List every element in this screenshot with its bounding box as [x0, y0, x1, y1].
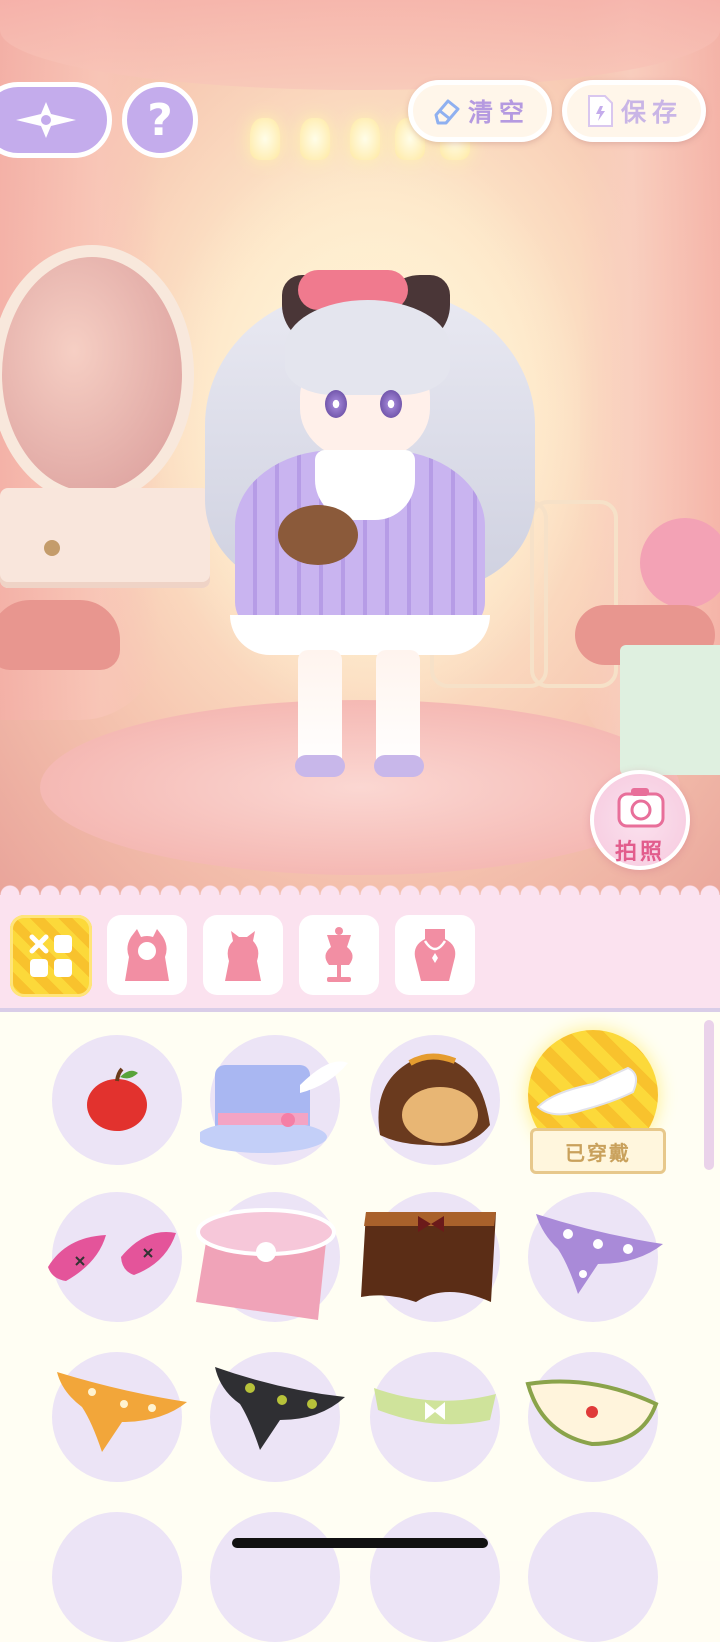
dress-ruffle: [230, 615, 490, 655]
green-check-headband-item-icon: [374, 1388, 496, 1425]
cream-strawberry-bib-item-icon: [525, 1379, 659, 1447]
back-button[interactable]: [0, 82, 112, 158]
clear-label: 清空: [467, 98, 530, 127]
pink-pillow: [640, 518, 720, 608]
help-button[interactable]: ?: [122, 82, 198, 158]
black-dotted-bandana-item-icon: [215, 1367, 345, 1450]
orange-dotted-bandana-item-icon: [57, 1372, 187, 1452]
item-slot-black-dotted-bandana[interactable]: [210, 1352, 345, 1482]
eye-right: [380, 390, 402, 418]
bread-hat-item-icon: [378, 1053, 490, 1146]
grid-all-icon: [29, 934, 72, 977]
vanity-table: [0, 488, 210, 588]
apple-item-icon: [87, 1067, 147, 1131]
shoe-left: [295, 755, 345, 777]
scalloped-edge: [0, 885, 720, 905]
head-bow-silhouette-icon: [225, 931, 261, 981]
item-slot-top-hat[interactable]: [200, 1035, 348, 1165]
home-indicator[interactable]: [232, 1538, 488, 1548]
save-label: 保存: [620, 98, 683, 127]
mannequin-icon: [325, 927, 353, 982]
bear-bag: [278, 505, 358, 565]
tab-head[interactable]: [203, 915, 283, 995]
purple-dotted-bandana-item-icon: [536, 1214, 663, 1294]
tab-outfit[interactable]: [299, 915, 379, 995]
category-tab-bar: [0, 885, 720, 1010]
pink-bag-item-icon: [196, 1208, 336, 1320]
save-file-icon: [587, 95, 613, 127]
eraser-icon: [434, 99, 460, 125]
photo-button[interactable]: 拍照: [590, 770, 690, 870]
item-slot-apple[interactable]: [52, 1035, 182, 1165]
character-bangs: [285, 300, 450, 395]
drawer-knob: [44, 540, 60, 556]
camera-icon: [617, 788, 665, 828]
shoe-right: [374, 755, 424, 777]
tab-necklace[interactable]: [395, 915, 475, 995]
photo-label: 拍照: [614, 840, 665, 865]
compass-star-icon: [16, 102, 76, 138]
leg-left: [298, 650, 342, 770]
pink-horns-item-icon: [48, 1232, 176, 1281]
help-icon: ?: [147, 94, 173, 146]
item-slot-orange-dotted-bandana[interactable]: [52, 1352, 187, 1482]
cat-hood-silhouette-icon: [125, 929, 169, 981]
necklace-bust-icon: [414, 929, 456, 981]
item-slot-purple-dotted-bandana[interactable]: [528, 1192, 663, 1322]
vanity-stool: [0, 600, 120, 670]
leg-right: [376, 650, 420, 770]
item-slot-partial[interactable]: [52, 1512, 182, 1642]
item-slot-partial[interactable]: [528, 1512, 658, 1642]
top-hat-item-icon: [200, 1061, 348, 1153]
equipped-badge: 已穿戴: [530, 1128, 666, 1174]
item-slot-partial[interactable]: [370, 1512, 500, 1642]
item-slot-partial[interactable]: [210, 1512, 340, 1642]
item-slot-cream-strawberry-bib[interactable]: [525, 1352, 659, 1482]
item-slot-bread-hat[interactable]: [370, 1035, 500, 1165]
tab-all[interactable]: [10, 915, 92, 997]
item-slot-green-check-headband[interactable]: [370, 1352, 500, 1482]
gift-box: [620, 645, 720, 775]
clear-button[interactable]: 清空: [408, 80, 552, 142]
avatar-character[interactable]: [190, 260, 550, 790]
save-button[interactable]: 保存: [562, 80, 706, 142]
item-slot-pink-bag[interactable]: [196, 1192, 340, 1322]
item-scrollbar[interactable]: [704, 1020, 714, 1170]
tab-hood[interactable]: [107, 915, 187, 995]
item-slot-brown-cloth[interactable]: [361, 1192, 500, 1322]
item-slot-pink-horns[interactable]: [48, 1192, 182, 1322]
eye-left: [325, 390, 347, 418]
white-hair-clip-item-icon: [536, 1066, 638, 1116]
brown-cloth-item-icon: [361, 1212, 496, 1302]
